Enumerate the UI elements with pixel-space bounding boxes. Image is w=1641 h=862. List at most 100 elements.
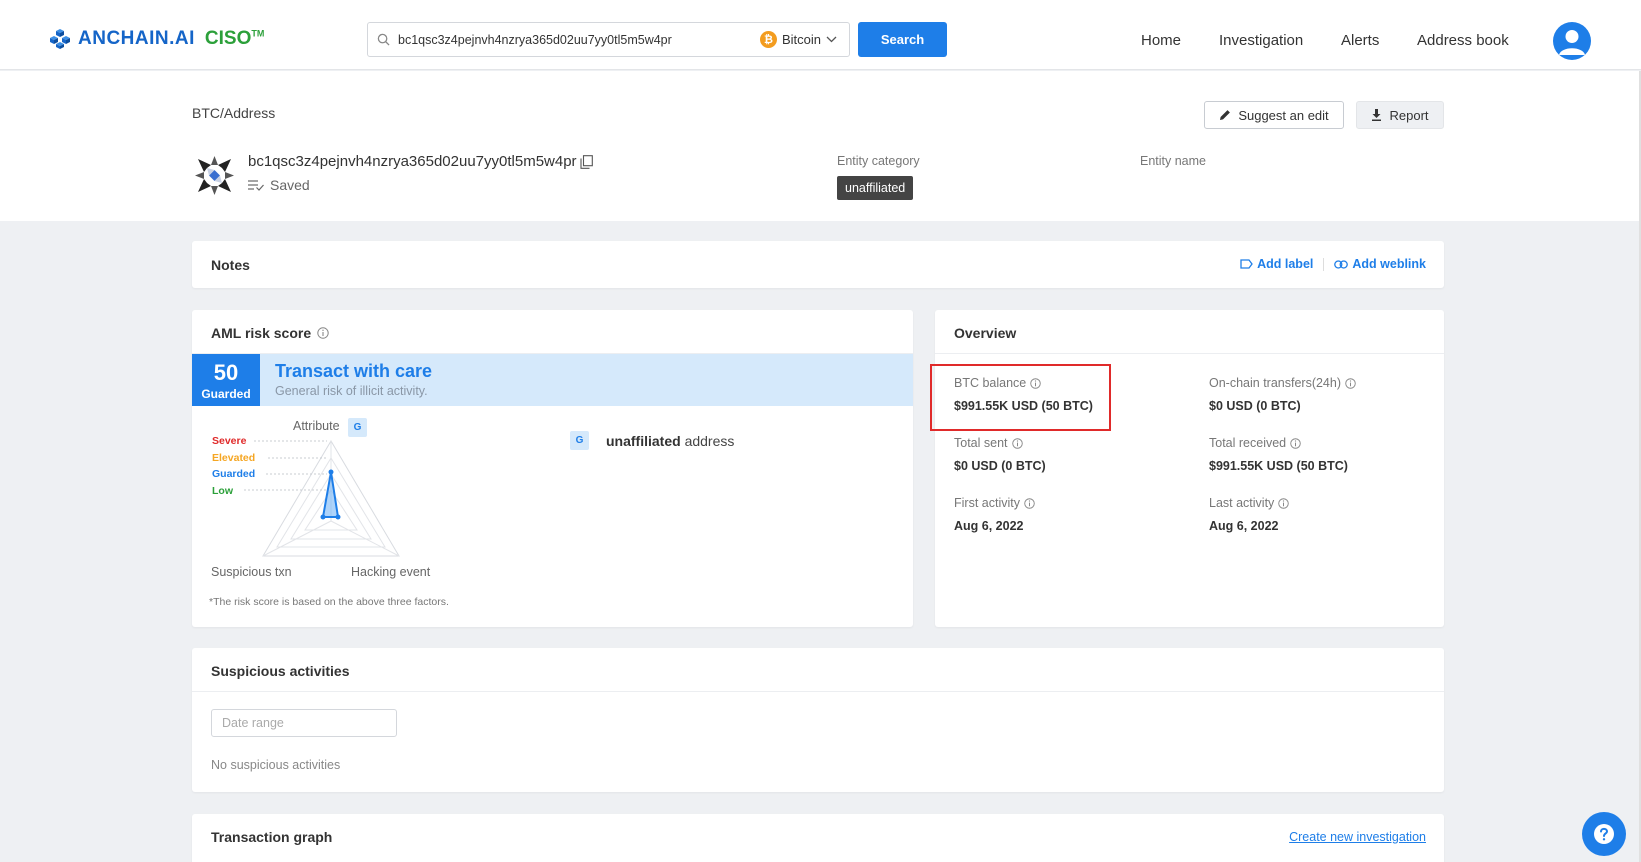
- create-investigation-link[interactable]: Create new investigation: [1289, 830, 1426, 844]
- level-elevated-label: Elevated: [212, 452, 256, 464]
- date-range-input[interactable]: [211, 709, 397, 737]
- link-separator: [1323, 257, 1325, 271]
- transaction-graph-card: Transaction graph Create new investigati…: [192, 814, 1444, 862]
- saved-list-icon: [248, 179, 264, 191]
- info-icon[interactable]: [1290, 437, 1301, 449]
- address-identicon: [195, 156, 234, 195]
- no-suspicious-activities-text: No suspicious activities: [211, 758, 341, 772]
- onchain-transfers-label: On-chain transfers(24h): [1209, 376, 1342, 390]
- transaction-graph-title: Transaction graph: [211, 829, 333, 845]
- nav-investigation[interactable]: Investigation: [1219, 32, 1303, 49]
- anchain-logo[interactable]: ANCHAIN.AI CISOTM: [48, 28, 264, 50]
- overview-total-sent: Total sent $0 USD (0 BTC): [954, 436, 1046, 473]
- tag-icon: [1240, 259, 1253, 269]
- report-label: Report: [1389, 107, 1429, 123]
- pencil-icon: [1220, 110, 1231, 120]
- attribute-detail-tag: G: [570, 431, 589, 450]
- radar-level-guides: [244, 440, 327, 491]
- axis-attribute-label: Attribute: [293, 419, 340, 433]
- info-icon[interactable]: [1011, 437, 1023, 449]
- report-button[interactable]: Report: [1356, 101, 1444, 129]
- notes-title: Notes: [211, 257, 250, 273]
- overview-onchain-transfers: On-chain transfers(24h) $0 USD (0 BTC): [1209, 376, 1356, 413]
- card-divider: [935, 353, 1444, 354]
- total-sent-value: $0 USD (0 BTC): [954, 459, 1046, 473]
- total-sent-label: Total sent: [954, 436, 1008, 450]
- aml-risk-score-title: AML risk score: [211, 325, 312, 341]
- radar-risk-area: [321, 471, 340, 518]
- bitcoin-icon: ₿: [759, 31, 777, 48]
- nav-home[interactable]: Home: [1141, 32, 1181, 49]
- info-icon[interactable]: [317, 327, 329, 339]
- user-avatar[interactable]: [1553, 22, 1591, 60]
- copy-icon[interactable]: [580, 154, 593, 169]
- notes-card: Notes Add label Add weblink: [192, 241, 1444, 288]
- address-value: bc1qsc3z4pejnvh4nzrya365d02uu7yy0tl5m5w4…: [248, 153, 593, 170]
- info-icon[interactable]: [1278, 497, 1290, 509]
- attribute-detail-text: unaffiliated address: [606, 432, 735, 449]
- link-icon: [1334, 259, 1349, 269]
- attribute-grade-tag: G: [348, 418, 367, 437]
- nav-alerts[interactable]: Alerts: [1341, 32, 1379, 49]
- coin-selector[interactable]: ₿ Bitcoin: [759, 31, 849, 48]
- suspicious-activities-title: Suspicious activities: [211, 663, 350, 679]
- overview-title: Overview: [954, 325, 1017, 341]
- entity-category-label: Entity category: [837, 154, 920, 168]
- level-severe-label: Severe: [212, 435, 247, 447]
- aml-risk-score-card: AML risk score 50 Guarded Transact with …: [192, 310, 913, 627]
- axis-hacking-event-label: Hacking event: [351, 565, 431, 579]
- onchain-transfers-value: $0 USD (0 BTC): [1209, 399, 1301, 413]
- trademark: TM: [251, 28, 265, 39]
- add-label-link[interactable]: Add label: [1240, 257, 1313, 271]
- risk-score-badge: 50 Guarded: [192, 354, 260, 406]
- risk-footnote: *The risk score is based on the above th…: [209, 596, 449, 608]
- risk-score-value: 50: [213, 360, 239, 385]
- breadcrumb: BTC/Address: [192, 105, 276, 121]
- info-icon[interactable]: [1345, 377, 1356, 389]
- radar-point-suspicious: [320, 514, 326, 520]
- search-input[interactable]: [398, 23, 760, 56]
- level-low-label: Low: [212, 485, 233, 497]
- saved-label: Saved: [270, 177, 310, 193]
- radar-point-attribute: [328, 469, 334, 475]
- card-divider: [192, 691, 1444, 692]
- search-button[interactable]: Search: [858, 22, 947, 57]
- risk-subline: General risk of illicit activity.: [275, 384, 428, 398]
- chevron-down-icon: [826, 36, 837, 43]
- overview-total-received: Total received $991.55K USD (50 BTC): [1209, 436, 1348, 473]
- last-activity-value: Aug 6, 2022: [1209, 519, 1279, 533]
- radar-point-hacking: [335, 514, 341, 520]
- suspicious-activities-card: Suspicious activities No suspicious acti…: [192, 648, 1444, 792]
- entity-name-label: Entity name: [1140, 154, 1207, 168]
- address-search-box: ₿ Bitcoin: [367, 22, 850, 57]
- first-activity-label: First activity: [954, 496, 1020, 510]
- risk-level: Guarded: [201, 387, 251, 401]
- risk-headline: Transact with care: [275, 361, 433, 381]
- help-button[interactable]: [1582, 812, 1626, 856]
- search-icon: [368, 33, 398, 46]
- add-weblink-text: Add weblink: [1352, 257, 1426, 271]
- suggest-edit-label: Suggest an edit: [1238, 107, 1329, 123]
- total-received-label: Total received: [1209, 436, 1287, 450]
- overview-card: Overview BTC balance $991.55K USD (50 BT…: [935, 310, 1444, 627]
- total-received-value: $991.55K USD (50 BTC): [1209, 459, 1348, 473]
- suggest-edit-button[interactable]: Suggest an edit: [1204, 101, 1344, 129]
- risk-score-banner: 50 Guarded Transact with care General ri…: [192, 354, 913, 406]
- nav-address-book[interactable]: Address book: [1417, 32, 1509, 49]
- cubes-logo-icon: [50, 29, 70, 49]
- download-icon: [1372, 109, 1382, 121]
- first-activity-value: Aug 6, 2022: [954, 519, 1024, 533]
- attribute-detail: G unaffiliated address: [570, 431, 734, 450]
- risk-radar-chart: Severe Elevated Guarded Low Attribute G …: [192, 410, 452, 590]
- add-weblink-link[interactable]: Add weblink: [1334, 257, 1426, 271]
- saved-indicator[interactable]: Saved: [248, 177, 310, 193]
- product-name: CISOTM: [204, 28, 265, 49]
- coin-selector-label: Bitcoin: [781, 32, 821, 47]
- overview-first-activity: First activity Aug 6, 2022: [954, 496, 1035, 533]
- overview-last-activity: Last activity Aug 6, 2022: [1209, 496, 1290, 533]
- question-icon: [1594, 824, 1614, 844]
- address-hash: bc1qsc3z4pejnvh4nzrya365d02uu7yy0tl5m5w4…: [248, 153, 577, 170]
- brand-name: ANCHAIN.AI: [78, 28, 195, 49]
- last-activity-label: Last activity: [1209, 496, 1275, 510]
- info-icon[interactable]: [1024, 497, 1035, 509]
